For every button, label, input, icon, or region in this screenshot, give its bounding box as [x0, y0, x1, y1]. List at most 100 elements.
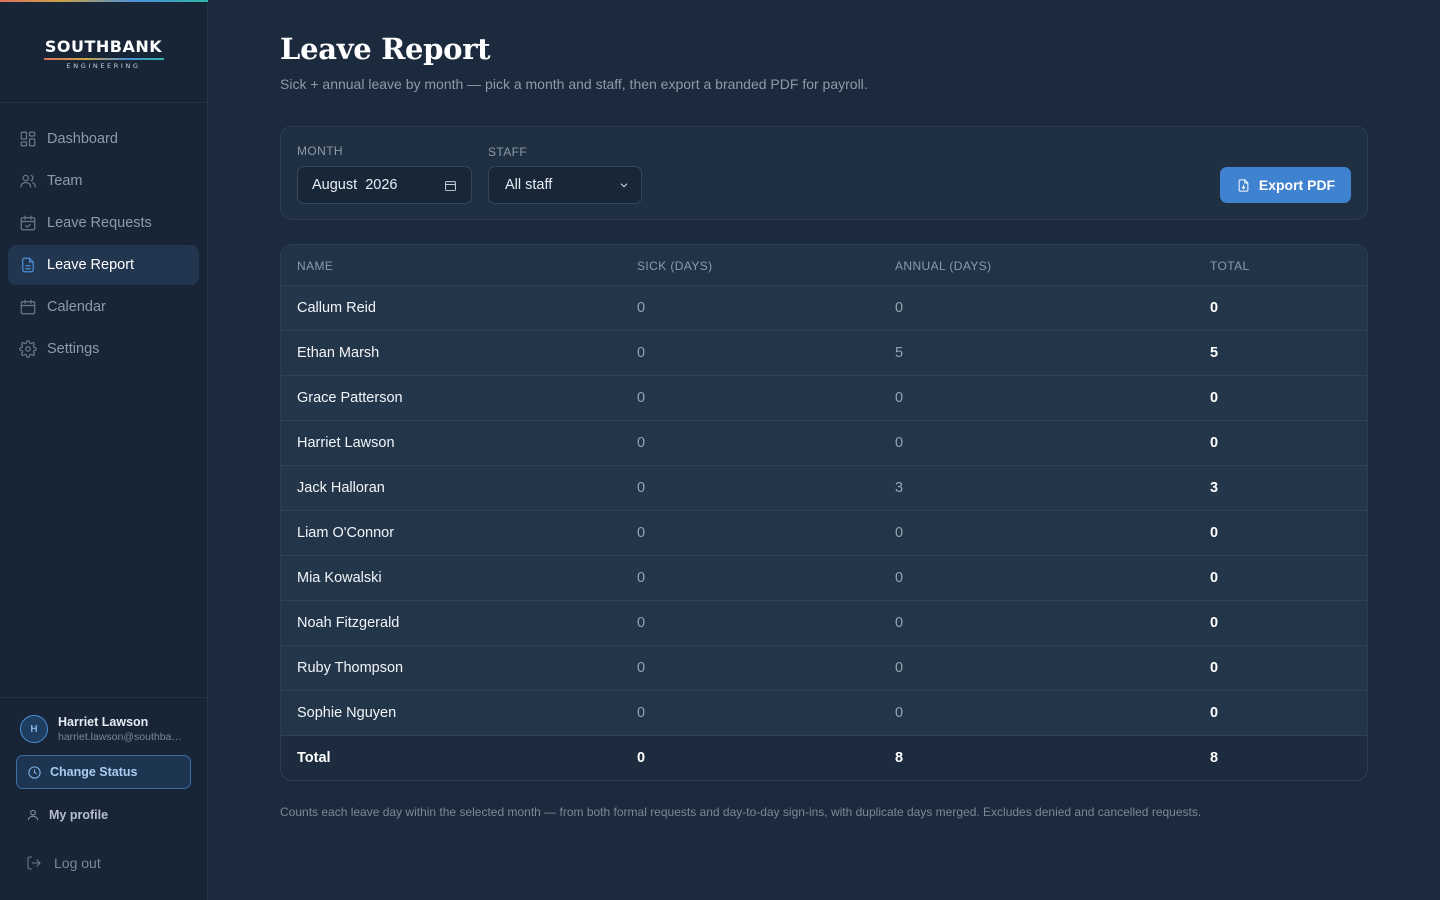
sidebar-footer: H Harriet Lawson harriet.lawson@southban… — [0, 697, 207, 900]
cell-annual: 3 — [895, 480, 904, 496]
brand-rule — [43, 57, 164, 60]
brand-logo[interactable]: SOUTHBANK ENGINEERING — [0, 0, 207, 103]
export-pdf-button[interactable]: Export PDF — [1220, 167, 1351, 203]
clock-icon — [28, 765, 41, 779]
staff-label: STAFF — [488, 145, 528, 159]
my-profile-link[interactable]: My profile — [26, 808, 108, 822]
staff-select[interactable]: All staff — [488, 166, 642, 204]
sidebar-item-leave-report[interactable]: Leave Report — [8, 245, 199, 285]
calendar-check-icon — [19, 214, 37, 232]
cell-annual: 0 — [895, 570, 904, 586]
user-info: Harriet Lawson harriet.lawson@southbank.… — [58, 715, 182, 743]
sidebar-item-label: Leave Requests — [47, 215, 152, 231]
sidebar-item-label: Settings — [47, 341, 100, 357]
user-name: Harriet Lawson — [58, 715, 149, 729]
sidebar-item-settings[interactable]: Settings — [8, 329, 199, 369]
cell-total: 0 — [1210, 705, 1219, 721]
month-value: August 2026 — [312, 177, 398, 193]
staff-value: All staff — [505, 177, 553, 193]
table-row[interactable]: Jack Halloran 0 3 3 — [281, 466, 1367, 511]
cell-sick: 0 — [637, 570, 646, 586]
cell-sick: 0 — [637, 435, 646, 451]
chevron-down-icon — [620, 183, 628, 188]
sidebar-item-calendar[interactable]: Calendar — [8, 287, 199, 327]
sidebar: SOUTHBANK ENGINEERING Dashboard Team Lea… — [0, 0, 208, 900]
logout-icon — [27, 856, 41, 870]
report-footnote: Counts each leave day within the selecte… — [280, 805, 1202, 819]
sidebar-item-team[interactable]: Team — [8, 161, 199, 201]
brand-subtitle: ENGINEERING — [66, 61, 141, 70]
cell-total: 5 — [1210, 345, 1219, 361]
log-out-label: Log out — [54, 855, 101, 871]
column-header-name[interactable]: NAME — [297, 259, 333, 273]
table-row[interactable]: Sophie Nguyen 0 0 0 — [281, 691, 1367, 736]
cell-annual: 0 — [895, 705, 904, 721]
table-row[interactable]: Ethan Marsh 0 5 5 — [281, 331, 1367, 376]
sidebar-nav: Dashboard Team Leave Requests Leave Repo… — [8, 119, 199, 371]
export-pdf-label: Export PDF — [1258, 177, 1336, 193]
column-header-total[interactable]: TOTAL — [1210, 259, 1250, 273]
sidebar-item-label: Calendar — [47, 299, 106, 315]
change-status-button[interactable]: Change Status — [16, 755, 191, 789]
gear-icon — [19, 340, 37, 358]
cell-annual: 0 — [895, 390, 904, 406]
cell-annual: 5 — [895, 345, 904, 361]
cell-annual: 0 — [895, 615, 904, 631]
cell-sick: 0 — [637, 300, 646, 316]
table-row[interactable]: Ruby Thompson 0 0 0 — [281, 646, 1367, 691]
column-header-sick[interactable]: SICK (DAYS) — [637, 259, 713, 273]
table-row[interactable]: Harriet Lawson 0 0 0 — [281, 421, 1367, 466]
cell-name: Noah Fitzgerald — [297, 615, 400, 631]
cell-name: Jack Halloran — [297, 480, 385, 496]
cell-name: Sophie Nguyen — [297, 705, 397, 721]
change-status-label: Change Status — [50, 765, 138, 779]
table-row[interactable]: Noah Fitzgerald 0 0 0 — [281, 601, 1367, 646]
cell-sick: 0 — [637, 345, 646, 361]
cell-name: Mia Kowalski — [297, 570, 382, 586]
cell-name: Ethan Marsh — [297, 345, 380, 361]
cell-total: 0 — [1210, 525, 1219, 541]
dashboard-icon — [19, 130, 37, 148]
cell-name: Harriet Lawson — [297, 435, 395, 451]
calendar-picker-icon[interactable] — [444, 179, 457, 192]
sidebar-item-leave-requests[interactable]: Leave Requests — [8, 203, 199, 243]
totals-total: 8 — [1210, 750, 1219, 766]
totals-annual: 8 — [895, 750, 904, 766]
cell-name: Liam O'Connor — [297, 525, 395, 541]
month-input[interactable]: August 2026 — [297, 166, 472, 204]
table-row[interactable]: Grace Patterson 0 0 0 — [281, 376, 1367, 421]
cell-annual: 0 — [895, 525, 904, 541]
page-title: Leave Report — [280, 32, 491, 66]
table-row[interactable]: Liam O'Connor 0 0 0 — [281, 511, 1367, 556]
table-totals-row: Total 0 8 8 — [281, 736, 1367, 780]
file-download-icon — [1238, 178, 1249, 192]
cell-sick: 0 — [637, 390, 646, 406]
sidebar-item-label: Team — [47, 173, 83, 189]
avatar: H — [20, 715, 48, 743]
brand-name: SOUTHBANK — [44, 36, 163, 56]
column-header-annual[interactable]: ANNUAL (DAYS) — [895, 259, 992, 273]
document-icon — [19, 256, 37, 274]
cell-total: 0 — [1210, 660, 1219, 676]
totals-sick: 0 — [637, 750, 646, 766]
cell-total: 0 — [1210, 390, 1219, 406]
sidebar-item-dashboard[interactable]: Dashboard — [8, 119, 199, 159]
cell-sick: 0 — [637, 480, 646, 496]
table-row[interactable]: Callum Reid 0 0 0 — [281, 286, 1367, 331]
cell-sick: 0 — [637, 525, 646, 541]
log-out-link[interactable]: Log out — [26, 855, 101, 871]
table-row[interactable]: Mia Kowalski 0 0 0 — [281, 556, 1367, 601]
cell-total: 0 — [1210, 570, 1219, 586]
filter-card: MONTH August 2026 STAFF All staff Export… — [280, 126, 1368, 220]
my-profile-label: My profile — [49, 808, 109, 822]
cell-name: Grace Patterson — [297, 390, 403, 406]
cell-annual: 0 — [895, 435, 904, 451]
cell-total: 0 — [1210, 615, 1219, 631]
leave-table: NAME SICK (DAYS) ANNUAL (DAYS) TOTAL Cal… — [280, 244, 1368, 781]
cell-sick: 0 — [637, 615, 646, 631]
month-label: MONTH — [297, 144, 343, 158]
cell-annual: 0 — [895, 300, 904, 316]
user-icon — [27, 809, 39, 821]
cell-total: 3 — [1210, 480, 1219, 496]
totals-label: Total — [297, 750, 331, 766]
